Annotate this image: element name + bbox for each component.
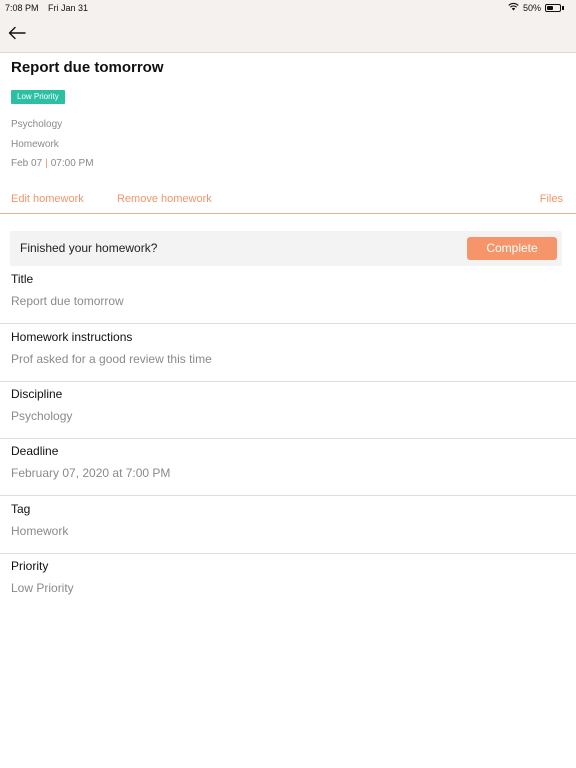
field-deadline: Deadline February 07, 2020 at 7:00 PM (0, 438, 576, 496)
wifi-icon (508, 2, 519, 13)
remove-homework-link[interactable]: Remove homework (117, 193, 212, 205)
meta-tag: Homework (11, 139, 59, 150)
field-label: Title (11, 272, 34, 286)
files-link[interactable]: Files (540, 193, 563, 205)
priority-badge: Low Priority (11, 90, 65, 104)
field-value: Homework (11, 524, 69, 538)
meta-date: Feb 07 (11, 158, 43, 169)
field-discipline: Discipline Psychology (0, 381, 576, 439)
page-title: Report due tomorrow (11, 59, 164, 76)
field-value: Psychology (11, 409, 73, 423)
status-bar: 7:08 PM Fri Jan 31 50% (0, 0, 576, 16)
field-label: Homework instructions (11, 330, 133, 344)
arrow-left-icon (8, 26, 26, 45)
edit-homework-link[interactable]: Edit homework (11, 193, 84, 205)
battery-icon (545, 3, 561, 12)
nav-bar (0, 16, 576, 53)
field-title: Title Report due tomorrow (0, 266, 576, 324)
action-bar: Edit homework Remove homework Files (0, 190, 576, 214)
back-button[interactable] (6, 24, 28, 46)
status-indicators: 50% (508, 2, 564, 13)
field-value: Prof asked for a good review this time (11, 352, 212, 366)
battery-percent: 50% (522, 2, 541, 13)
finish-prompt: Finished your homework? (20, 241, 158, 255)
battery-nub (562, 5, 564, 10)
status-date: Fri Jan 31 (48, 3, 89, 13)
meta-time: 07:00 PM (50, 158, 94, 169)
field-label: Discipline (11, 387, 63, 401)
meta-separator: | (45, 158, 48, 169)
field-priority: Priority Low Priority (0, 553, 576, 611)
field-value: February 07, 2020 at 7:00 PM (11, 466, 171, 480)
meta-deadline: Feb 07 | 07:00 PM (11, 158, 94, 169)
field-label: Tag (11, 502, 31, 516)
meta-discipline: Psychology (11, 119, 63, 130)
status-time: 7:08 PM (5, 3, 39, 13)
field-label: Deadline (11, 444, 59, 458)
field-label: Priority (11, 559, 49, 573)
field-tag: Tag Homework (0, 496, 576, 554)
field-value: Report due tomorrow (11, 294, 124, 308)
complete-button[interactable]: Complete (467, 237, 557, 260)
field-value: Low Priority (11, 581, 74, 595)
finish-card: Finished your homework? Complete (10, 231, 562, 266)
field-instructions: Homework instructions Prof asked for a g… (0, 324, 576, 382)
